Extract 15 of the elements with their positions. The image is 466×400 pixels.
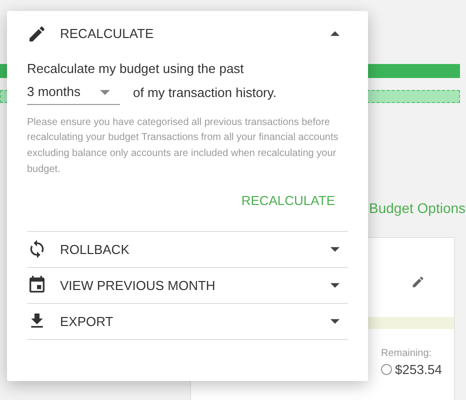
sentence-text: Recalculate my budget using the past xyxy=(27,60,244,78)
calendar-icon xyxy=(27,275,47,296)
period-dropdown[interactable]: 3 months xyxy=(27,80,120,104)
section-title[interactable]: EXPORT xyxy=(60,312,324,332)
pencil-icon xyxy=(27,24,47,44)
note-text: Please ensure you have categorised all previous transactions before recalculating your budget Transactions from all your financial accounts excluding balance only accounts are included when recalculating your budget. xyxy=(27,116,340,177)
caret-icon xyxy=(100,90,110,94)
section-title[interactable]: ROLLBACK xyxy=(60,240,324,260)
section-title[interactable]: RECALCULATE xyxy=(60,24,324,44)
currency-icon xyxy=(381,364,392,376)
sentence-text: of my transaction history. xyxy=(133,84,277,102)
pencil-icon[interactable] xyxy=(411,275,425,289)
section-title[interactable]: VIEW PREVIOUS MONTH xyxy=(60,276,324,296)
remaining-label: Remaining: xyxy=(381,347,432,361)
remaining-amount: $253.54 xyxy=(395,361,442,379)
